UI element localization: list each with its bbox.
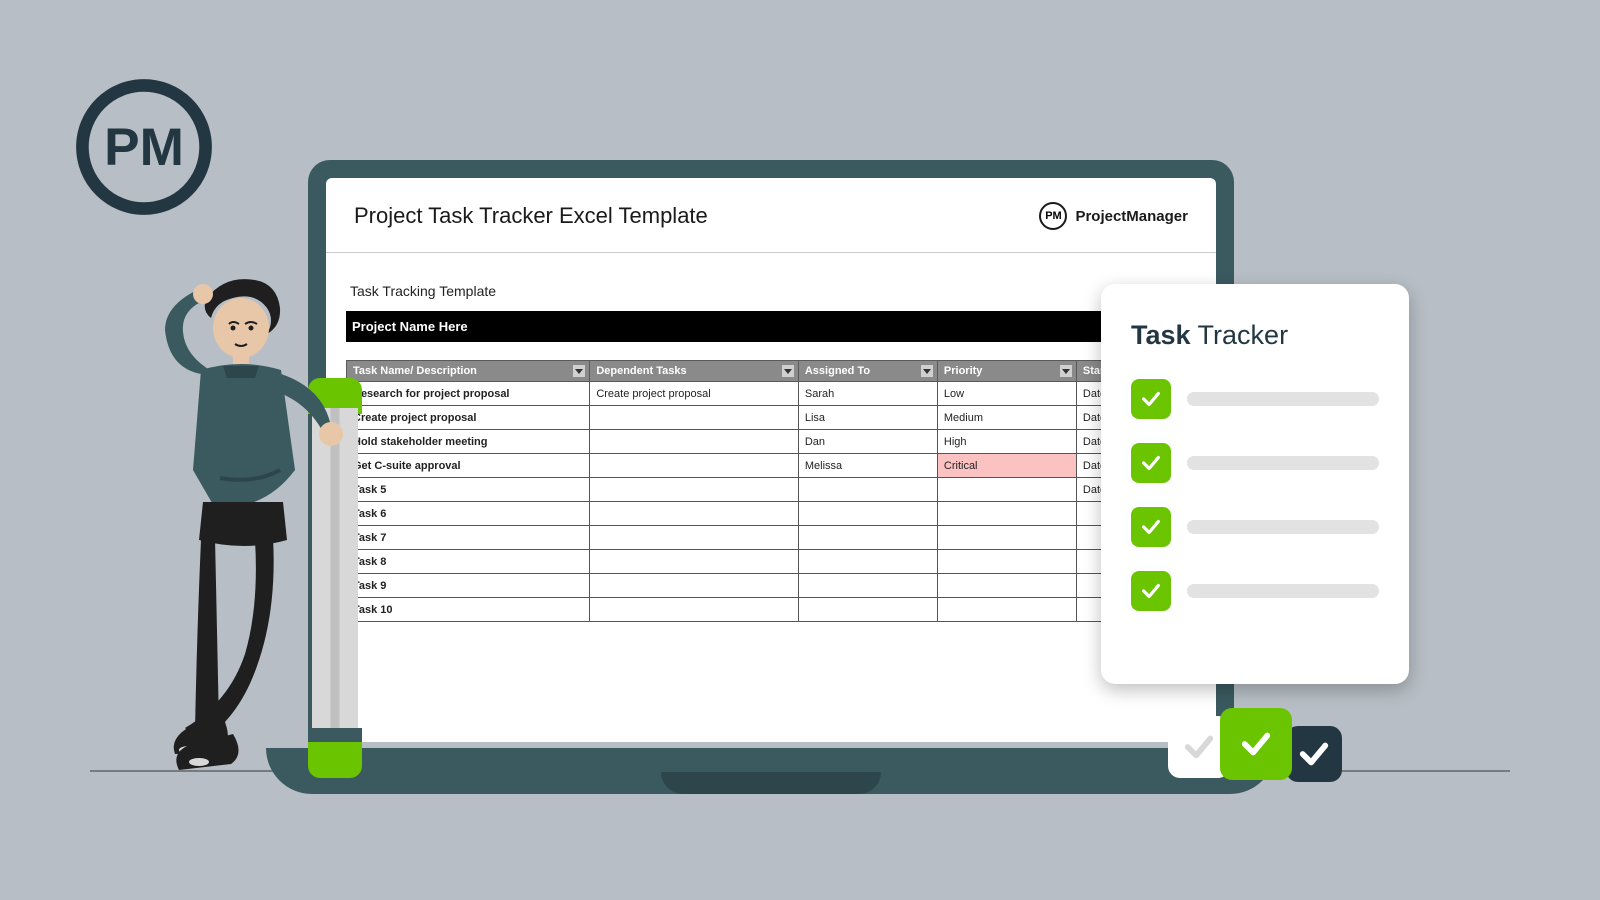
cell-priority: High [937, 430, 1076, 454]
cell-dep [590, 550, 799, 574]
check-icon [1131, 379, 1171, 419]
cell-dep [590, 478, 799, 502]
cell-assigned: Lisa [798, 406, 937, 430]
check-tiles [1168, 708, 1354, 788]
cell-assigned [798, 598, 937, 622]
cell-priority [937, 550, 1076, 574]
col-priority[interactable]: Priority [937, 361, 1076, 382]
cell-priority [937, 502, 1076, 526]
person-illustration [105, 270, 405, 830]
page-title: Project Task Tracker Excel Template [354, 203, 708, 229]
cell-dep [590, 502, 799, 526]
cell-dep [590, 454, 799, 478]
check-icon [1131, 507, 1171, 547]
table-row: Task 5Date [347, 478, 1216, 502]
dropdown-icon[interactable] [782, 365, 794, 377]
placeholder-bar [1187, 584, 1379, 598]
placeholder-bar [1187, 456, 1379, 470]
table-row: Create project proposalLisaMediumDate [347, 406, 1216, 430]
cell-assigned: Sarah [798, 382, 937, 406]
cell-assigned [798, 526, 937, 550]
cell-dep [590, 430, 799, 454]
tile-green [1220, 708, 1292, 780]
cell-priority [937, 526, 1076, 550]
cell-dep: Create project proposal [590, 382, 799, 406]
cell-dep [590, 598, 799, 622]
tile-dark [1286, 726, 1342, 782]
placeholder-bar [1187, 520, 1379, 534]
cell-dep [590, 406, 799, 430]
cell-dep [590, 574, 799, 598]
brand-name: ProjectManager [1075, 208, 1188, 225]
cell-assigned [798, 574, 937, 598]
laptop-screen: Project Task Tracker Excel Template PM P… [326, 178, 1216, 742]
table-row: Task 9 [347, 574, 1216, 598]
screen-body: Task Tracking Template Project Name Here… [326, 253, 1216, 622]
cell-priority: Medium [937, 406, 1076, 430]
laptop-notch [661, 772, 881, 794]
screen-header: Project Task Tracker Excel Template PM P… [326, 178, 1216, 253]
dropdown-icon[interactable] [921, 365, 933, 377]
col-assigned[interactable]: Assigned To [798, 361, 937, 382]
brand-icon: PM [1039, 202, 1067, 230]
table-row: Task 10 [347, 598, 1216, 622]
brand: PM ProjectManager [1039, 202, 1188, 230]
svg-text:PM: PM [104, 118, 184, 177]
cell-assigned [798, 550, 937, 574]
cell-priority: Low [937, 382, 1076, 406]
card-row [1131, 507, 1379, 547]
cell-assigned [798, 502, 937, 526]
cell-priority: Critical [937, 454, 1076, 478]
card-row [1131, 571, 1379, 611]
check-icon [1131, 443, 1171, 483]
laptop: Project Task Tracker Excel Template PM P… [308, 160, 1234, 780]
table-row: Task 7 [347, 526, 1216, 550]
subtitle: Task Tracking Template [350, 283, 1216, 299]
cell-assigned [798, 478, 937, 502]
card-row [1131, 379, 1379, 419]
dropdown-icon[interactable] [573, 365, 585, 377]
cell-assigned: Dan [798, 430, 937, 454]
dropdown-icon[interactable] [1060, 365, 1072, 377]
cell-priority [937, 478, 1076, 502]
cell-dep [590, 526, 799, 550]
table-row: Get C-suite approvalMelissaCriticalDate [347, 454, 1216, 478]
pm-logo: PM [74, 77, 214, 217]
project-name-bar: Project Name Here [346, 311, 1216, 342]
cell-assigned: Melissa [798, 454, 937, 478]
task-table: Task Name/ Description Dependent Tasks A… [346, 360, 1216, 622]
table-row: Task 6 [347, 502, 1216, 526]
table-row: Hold stakeholder meetingDanHighDate [347, 430, 1216, 454]
col-dep[interactable]: Dependent Tasks [590, 361, 799, 382]
card-row [1131, 443, 1379, 483]
placeholder-bar [1187, 392, 1379, 406]
task-tracker-card: Task Tracker [1101, 284, 1409, 684]
laptop-bezel: Project Task Tracker Excel Template PM P… [308, 160, 1234, 742]
cell-priority [937, 598, 1076, 622]
cell-priority [937, 574, 1076, 598]
card-title: Task Tracker [1131, 320, 1379, 351]
table-row: Task 8 [347, 550, 1216, 574]
table-row: Research for project proposalCreate proj… [347, 382, 1216, 406]
check-icon [1131, 571, 1171, 611]
